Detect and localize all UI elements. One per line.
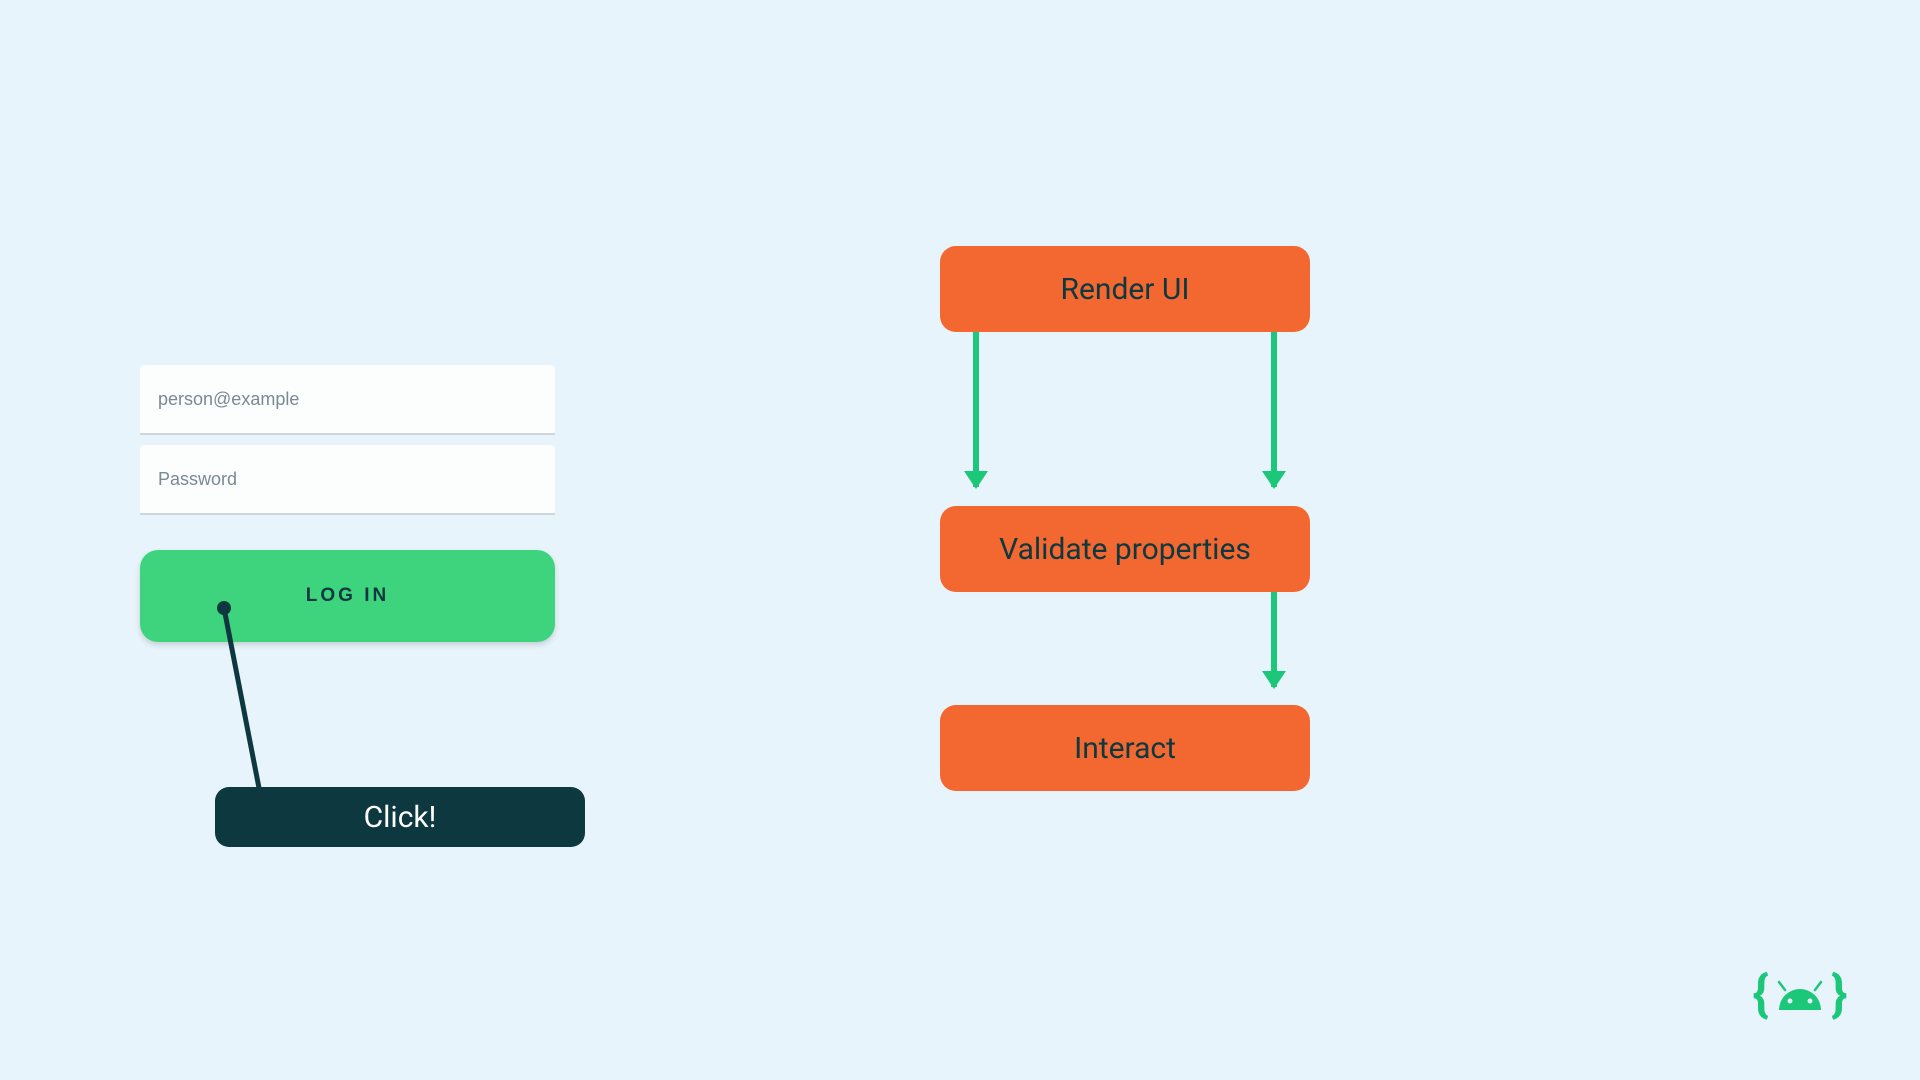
- android-icon: [1773, 980, 1827, 1010]
- flow-step-render: Render UI: [940, 246, 1310, 332]
- email-field[interactable]: [140, 365, 555, 435]
- login-form: LOG IN: [140, 365, 555, 642]
- click-callout: Click!: [215, 787, 585, 847]
- brace-close-icon: }: [1831, 966, 1847, 1024]
- callout-label: Click!: [364, 800, 437, 835]
- arrow-down-icon: [1271, 332, 1277, 487]
- arrow-down-icon: [973, 332, 979, 487]
- password-field[interactable]: [140, 445, 555, 515]
- flow-step-label: Render UI: [1060, 272, 1189, 307]
- flow-step-interact: Interact: [940, 705, 1310, 791]
- flow-step-label: Interact: [1074, 731, 1176, 766]
- flow-diagram: Render UI Validate properties Interact: [940, 246, 1310, 791]
- flow-gap-1: [940, 332, 1310, 506]
- callout-anchor-dot: [217, 601, 231, 615]
- login-button[interactable]: LOG IN: [140, 550, 555, 642]
- arrow-down-icon: [1271, 592, 1277, 687]
- flow-step-validate: Validate properties: [940, 506, 1310, 592]
- brace-open-icon: {: [1753, 966, 1769, 1024]
- flow-gap-2: [940, 592, 1310, 705]
- android-logo: { }: [1740, 970, 1860, 1020]
- flow-step-label: Validate properties: [999, 532, 1251, 567]
